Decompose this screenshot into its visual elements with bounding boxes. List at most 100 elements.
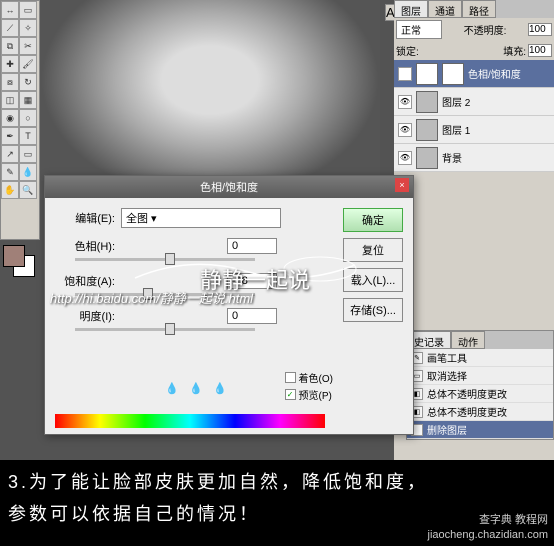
- layer-name: 色相/饱和度: [468, 66, 521, 81]
- opacity-input[interactable]: [528, 23, 552, 36]
- eyedropper-icon[interactable]: 💧: [165, 382, 181, 398]
- slider-thumb[interactable]: [165, 253, 175, 265]
- colorize-label: 着色(O): [299, 370, 333, 385]
- history-label: 总体不透明度更改: [427, 386, 507, 401]
- gradient-tool[interactable]: ▦: [19, 91, 37, 109]
- crop-tool[interactable]: ⧉: [1, 37, 19, 55]
- eyedropper-minus-icon[interactable]: 💧: [213, 382, 229, 398]
- cancel-button[interactable]: 复位: [343, 238, 403, 262]
- tab-channels[interactable]: 通道: [428, 0, 462, 18]
- tab-paths[interactable]: 路径: [462, 0, 496, 18]
- layer-thumb[interactable]: [416, 119, 438, 141]
- history-item[interactable]: 🗑删除图层: [407, 421, 553, 439]
- colorize-checkbox[interactable]: [285, 372, 296, 383]
- eyedropper-group: 💧 💧 💧: [165, 382, 229, 398]
- layer-row[interactable]: 👁 色相/饱和度: [394, 60, 554, 88]
- layer-row[interactable]: 👁 图层 2: [394, 88, 554, 116]
- load-button[interactable]: 载入(L)...: [343, 268, 403, 292]
- slider-thumb[interactable]: [143, 288, 153, 300]
- document-canvas[interactable]: [40, 0, 380, 200]
- history-label: 删除图层: [427, 422, 467, 437]
- notes-tool[interactable]: ✎: [1, 163, 19, 181]
- history-label: 画笔工具: [427, 350, 467, 365]
- fill-label: 填充:: [503, 43, 526, 58]
- stamp-tool[interactable]: ⧇: [1, 73, 19, 91]
- history-item[interactable]: ✎画笔工具: [407, 349, 553, 367]
- eraser-tool[interactable]: ◫: [1, 91, 19, 109]
- marquee-tool[interactable]: ▭: [19, 1, 37, 19]
- slice-tool[interactable]: ✂: [19, 37, 37, 55]
- visibility-icon[interactable]: 👁: [398, 151, 412, 165]
- history-label: 总体不透明度更改: [427, 404, 507, 419]
- preview-checkbox[interactable]: ✓: [285, 389, 296, 400]
- color-swatches[interactable]: [3, 245, 37, 279]
- visibility-icon[interactable]: 👁: [398, 67, 412, 81]
- lightness-slider[interactable]: [75, 328, 255, 331]
- edit-select[interactable]: 全图 ▾: [121, 208, 281, 228]
- dialog-titlebar[interactable]: 色相/饱和度 ×: [45, 176, 413, 198]
- visibility-icon[interactable]: 👁: [398, 95, 412, 109]
- shape-tool[interactable]: ▭: [19, 145, 37, 163]
- preview-label: 预览(P): [299, 387, 332, 402]
- tab-layers[interactable]: 图层: [394, 0, 428, 18]
- fill-input[interactable]: [528, 44, 552, 57]
- toolbox: ↔ ▭ ⟋ ✧ ⧉ ✂ ✚ 🖌 ⧇ ↻ ◫ ▦ ◉ ○ ✒ T ↗ ▭ ✎ 💧 …: [0, 0, 40, 240]
- eyedropper-plus-icon[interactable]: 💧: [189, 382, 205, 398]
- history-list: ✎画笔工具 ▭取消选择 ◧总体不透明度更改 ◧总体不透明度更改 🗑删除图层: [407, 349, 553, 439]
- saturation-slider[interactable]: [75, 293, 255, 296]
- layer-thumb[interactable]: [416, 63, 438, 85]
- hue-slider[interactable]: [75, 258, 255, 261]
- hand-tool[interactable]: ✋: [1, 181, 19, 199]
- saturation-label: 饱和度(A):: [55, 273, 115, 289]
- layer-thumb[interactable]: [416, 91, 438, 113]
- blend-mode-select[interactable]: 正常: [396, 20, 442, 39]
- layers-panel-tabs: 图层 通道 路径: [394, 0, 554, 18]
- history-item[interactable]: ◧总体不透明度更改: [407, 385, 553, 403]
- hue-spectrum-bar: [55, 414, 325, 428]
- layer-name: 背景: [442, 150, 462, 165]
- layer-row[interactable]: 👁 背景: [394, 144, 554, 172]
- dodge-tool[interactable]: ○: [19, 109, 37, 127]
- brush-tool[interactable]: 🖌: [19, 55, 37, 73]
- path-tool[interactable]: ↗: [1, 145, 19, 163]
- ok-button[interactable]: 确定: [343, 208, 403, 232]
- slider-thumb[interactable]: [165, 323, 175, 335]
- wand-tool[interactable]: ✧: [19, 19, 37, 37]
- lock-label: 锁定:: [396, 43, 419, 58]
- lightness-label: 明度(I):: [55, 308, 115, 324]
- heal-tool[interactable]: ✚: [1, 55, 19, 73]
- text-tool[interactable]: T: [19, 127, 37, 145]
- close-icon[interactable]: ×: [395, 178, 409, 192]
- move-tool[interactable]: ↔: [1, 1, 19, 19]
- save-button[interactable]: 存储(S)...: [343, 298, 403, 322]
- pen-tool[interactable]: ✒: [1, 127, 19, 145]
- caption-credit: 查字典 教程网 jiaocheng.chazidian.com: [428, 513, 548, 542]
- lasso-tool[interactable]: ⟋: [1, 19, 19, 37]
- history-panel: 史记录 动作 ✎画笔工具 ▭取消选择 ◧总体不透明度更改 ◧总体不透明度更改 🗑…: [406, 330, 554, 440]
- layer-thumb[interactable]: [416, 147, 438, 169]
- opacity-label: 不透明度:: [464, 22, 507, 37]
- blur-tool[interactable]: ◉: [1, 109, 19, 127]
- caption-line-1: 3.为了能让脸部皮肤更加自然，降低饱和度，: [8, 468, 546, 494]
- hue-input[interactable]: [227, 238, 277, 254]
- eyedropper-tool[interactable]: 💧: [19, 163, 37, 181]
- history-item[interactable]: ▭取消选择: [407, 367, 553, 385]
- saturation-input[interactable]: [227, 273, 277, 289]
- dialog-title-text: 色相/饱和度: [200, 182, 258, 194]
- layer-list: 👁 色相/饱和度 👁 图层 2 👁 图层 1 👁 背景: [394, 60, 554, 172]
- layer-mask[interactable]: [442, 63, 464, 85]
- layer-name: 图层 1: [442, 122, 470, 137]
- hue-saturation-dialog: 色相/饱和度 × 编辑(E): 全图 ▾ 色相(H): 饱和度(A): 明度(I…: [44, 175, 414, 435]
- lightness-input[interactable]: [227, 308, 277, 324]
- visibility-icon[interactable]: 👁: [398, 123, 412, 137]
- tutorial-caption: 3.为了能让脸部皮肤更加自然，降低饱和度， 参数可以依据自己的情况！ 查字典 教…: [0, 462, 554, 546]
- layer-row[interactable]: 👁 图层 1: [394, 116, 554, 144]
- hue-label: 色相(H):: [55, 238, 115, 254]
- edit-label: 编辑(E):: [55, 210, 115, 226]
- fg-color-swatch[interactable]: [3, 245, 25, 267]
- tab-actions[interactable]: 动作: [451, 331, 485, 349]
- history-brush-tool[interactable]: ↻: [19, 73, 37, 91]
- zoom-tool[interactable]: 🔍: [19, 181, 37, 199]
- history-item[interactable]: ◧总体不透明度更改: [407, 403, 553, 421]
- history-label: 取消选择: [427, 368, 467, 383]
